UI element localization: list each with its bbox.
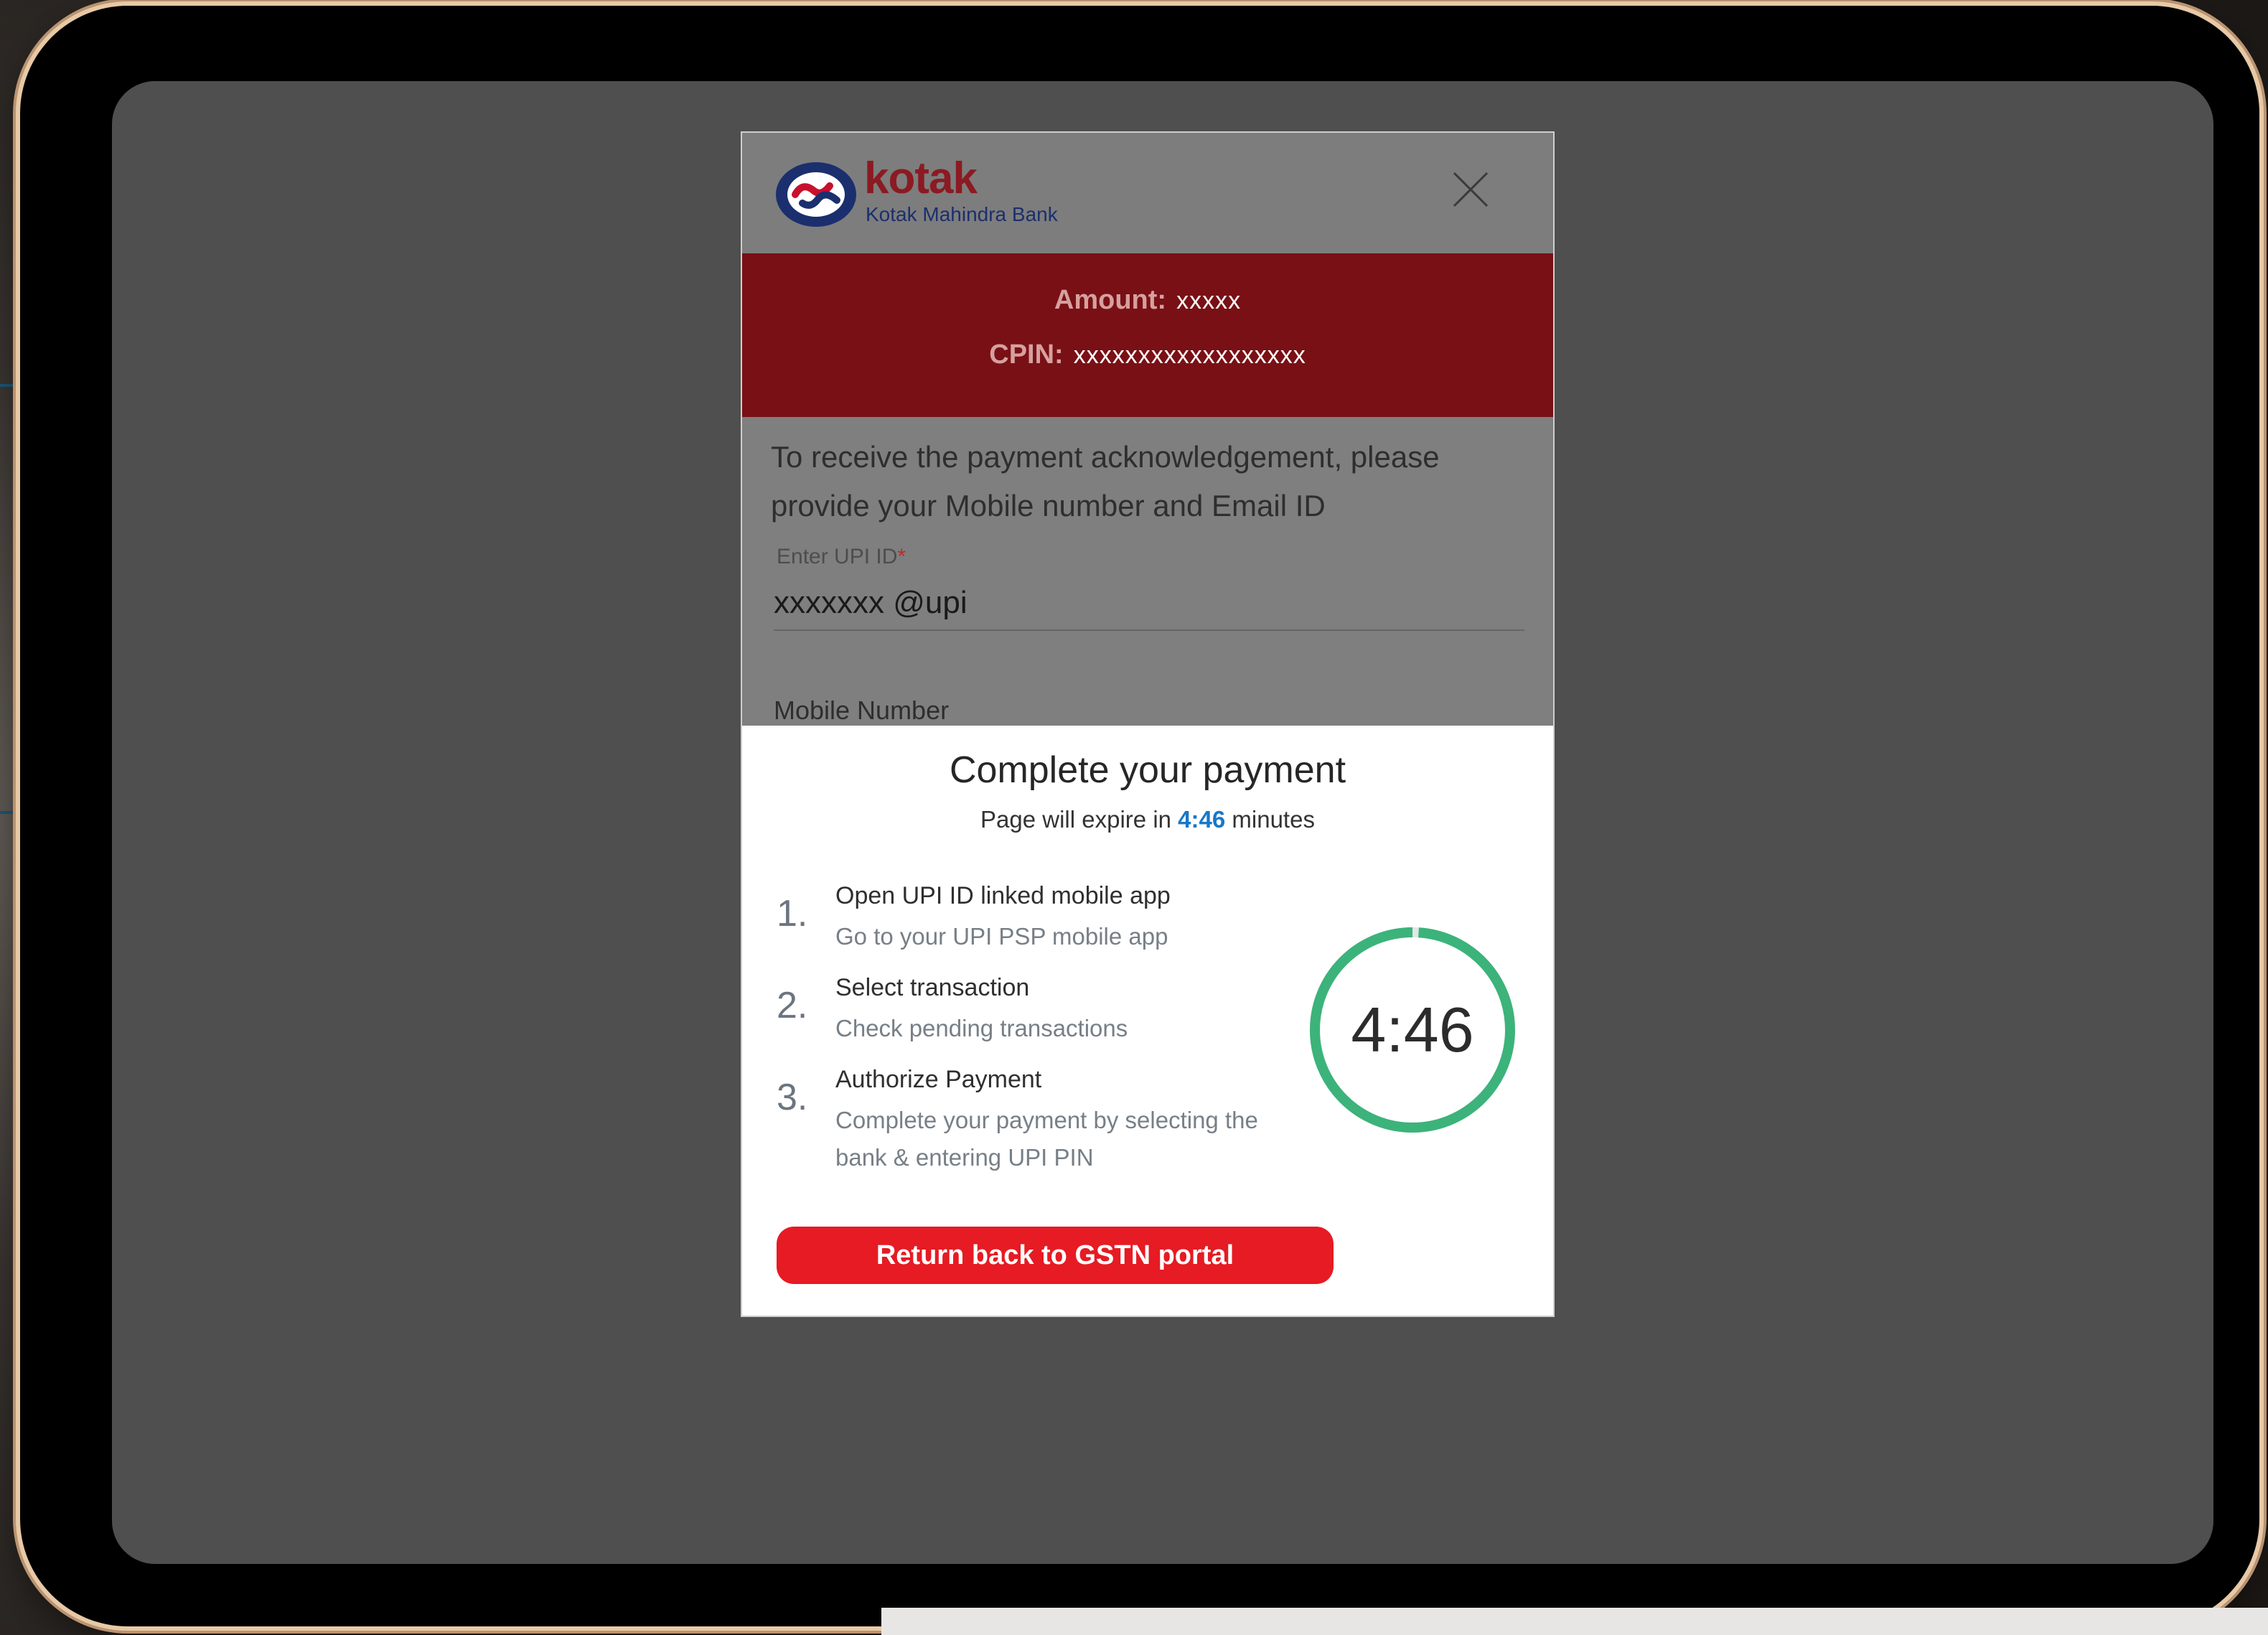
amount-row: Amount: xxxxx [742,285,1553,316]
step-description: Go to your UPI PSP mobile app [835,923,1168,950]
step-title: Authorize Payment [835,1066,1042,1093]
expiry-time: 4:46 [1178,806,1226,833]
step-number: 1. [777,893,808,934]
step-title: Select transaction [835,974,1030,1001]
timer-value: 4:46 [1351,994,1474,1065]
payment-title: Complete your payment [949,749,1346,791]
step-item: 2. Select transaction Check pending tran… [777,974,1293,1053]
bank-wordmark: kotak [864,154,978,203]
kotak-logo-icon [776,162,856,227]
cpin-value: xxxxxxxxxxxxxxxxxx [1073,342,1306,369]
bank-full-name: Kotak Mahindra Bank [866,203,1058,225]
expiry-suffix: minutes [1232,806,1315,833]
kotak-logo: kotak Kotak Mahindra Bank [774,154,1104,236]
upi-id-label: Enter UPI ID* [777,545,906,569]
upi-id-input[interactable] [774,576,1524,631]
cpin-label: CPIN: [989,339,1064,370]
side-line [0,384,22,387]
step-title: Open UPI ID linked mobile app [835,882,1171,909]
amount-label: Amount: [1054,285,1167,315]
step-description: Check pending transactions [835,1015,1128,1041]
step-item: 1. Open UPI ID linked mobile app Go to y… [777,882,1293,961]
amount-banner: Amount: xxxxx CPIN: xxxxxxxxxxxxxxxxxx [742,253,1553,417]
payment-dialog: kotak Kotak Mahindra Bank Amount: xxxxx C… [742,133,1553,1316]
step-item: 3. Authorize Payment Complete your payme… [777,1066,1293,1188]
upi-id-label-text: Enter UPI ID [777,545,898,568]
close-icon[interactable] [1451,170,1490,209]
countdown-timer: 4:46 [1305,922,1520,1138]
step-description: Complete your payment by selecting the b… [835,1107,1258,1171]
dialog-header: kotak Kotak Mahindra Bank [742,133,1553,253]
expiry-prefix: Page will expire in [980,806,1171,833]
acknowledgement-info: To receive the payment acknowledgement, … [771,440,1440,523]
amount-value: xxxxx [1176,287,1242,314]
bottom-surface [881,1608,2268,1635]
mobile-number-label: Mobile Number [774,695,950,725]
step-number: 2. [777,985,808,1026]
expiry-notice: Page will expire in 4:46 minutes [742,806,1553,833]
side-line [0,811,22,814]
step-number: 3. [777,1077,808,1118]
return-to-gstn-button[interactable]: Return back to GSTN portal [777,1227,1334,1284]
required-marker: * [897,545,906,568]
cpin-row: CPIN: xxxxxxxxxxxxxxxxxx [742,339,1553,370]
